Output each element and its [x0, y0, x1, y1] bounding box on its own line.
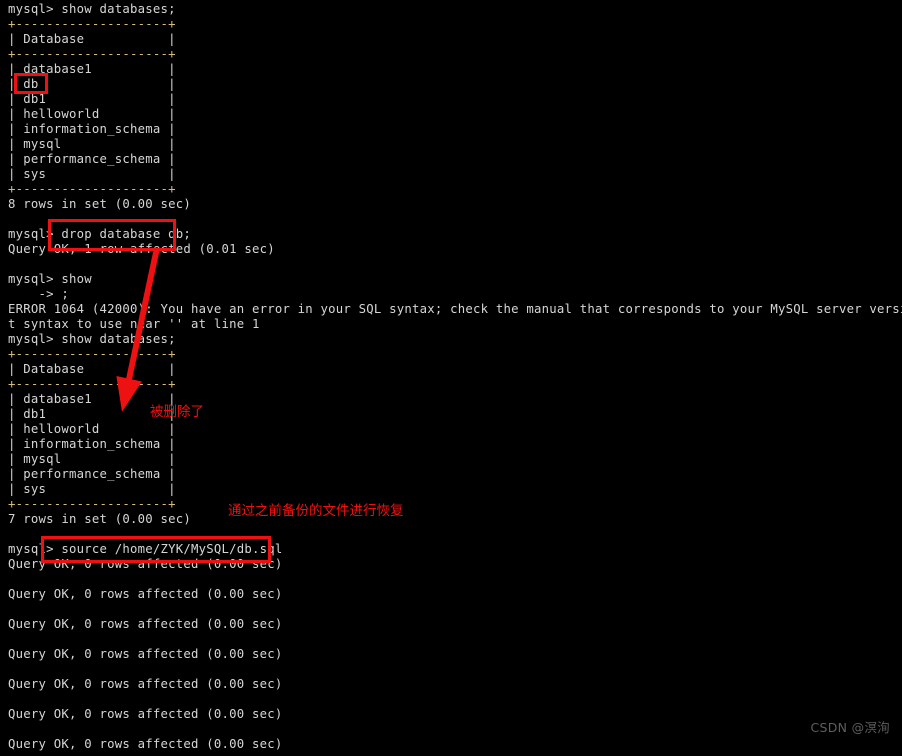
- terminal-line: Query OK, 1 row affected (0.01 sec): [8, 242, 275, 256]
- terminal-line: Query OK, 0 rows affected (0.00 sec): [8, 617, 283, 631]
- terminal-line: | Database |: [8, 32, 176, 46]
- terminal-line: | mysql |: [8, 137, 176, 151]
- terminal-line: t syntax to use near '' at line 1: [8, 317, 260, 331]
- terminal-line: | helloworld |: [8, 107, 176, 121]
- terminal-line: | db1 |: [8, 407, 176, 421]
- terminal-line: Query OK, 0 rows affected (0.00 sec): [8, 737, 283, 751]
- terminal-line: | mysql |: [8, 452, 176, 466]
- terminal-line: | db |: [8, 77, 176, 91]
- terminal-line: mysql> show: [8, 272, 92, 286]
- terminal-line: | database1 |: [8, 62, 176, 76]
- terminal-line: | information_schema |: [8, 437, 176, 451]
- terminal-line: | helloworld |: [8, 422, 176, 436]
- terminal-line: +--------------------+: [8, 17, 176, 31]
- terminal-line: Query OK, 0 rows affected (0.00 sec): [8, 707, 283, 721]
- terminal-line: +--------------------+: [8, 47, 176, 61]
- terminal-line: 8 rows in set (0.00 sec): [8, 197, 191, 211]
- terminal-line: +--------------------+: [8, 347, 176, 361]
- terminal-line: Query OK, 0 rows affected (0.00 sec): [8, 677, 283, 691]
- terminal-line: | sys |: [8, 482, 176, 496]
- terminal-line: | performance_schema |: [8, 152, 176, 166]
- terminal-line: 7 rows in set (0.00 sec): [8, 512, 191, 526]
- terminal-line: ERROR 1064 (42000): You have an error in…: [8, 302, 902, 316]
- terminal-line: | sys |: [8, 167, 176, 181]
- terminal-line: mysql> drop database db;: [8, 227, 191, 241]
- terminal-line: mysql> show databases;: [8, 332, 176, 346]
- terminal-line: mysql> source /home/ZYK/MySQL/db.sql: [8, 542, 283, 556]
- terminal-line: Query OK, 0 rows affected (0.00 sec): [8, 557, 283, 571]
- terminal-line: | information_schema |: [8, 122, 176, 136]
- csdn-watermark: CSDN @溟洵: [810, 720, 890, 735]
- terminal-line: | db1 |: [8, 92, 176, 106]
- terminal-line: mysql> show databases;: [8, 2, 176, 16]
- terminal-line: +--------------------+: [8, 497, 176, 511]
- terminal-line: | Database |: [8, 362, 176, 376]
- terminal-line: | database1 |: [8, 392, 176, 406]
- terminal-window[interactable]: mysql> show databases; +-----------------…: [0, 0, 902, 756]
- terminal-line: +--------------------+: [8, 377, 176, 391]
- terminal-line: Query OK, 0 rows affected (0.00 sec): [8, 647, 283, 661]
- terminal-line: -> ;: [8, 287, 69, 301]
- terminal-line: | performance_schema |: [8, 467, 176, 481]
- terminal-line: +--------------------+: [8, 182, 176, 196]
- terminal-line: Query OK, 0 rows affected (0.00 sec): [8, 587, 283, 601]
